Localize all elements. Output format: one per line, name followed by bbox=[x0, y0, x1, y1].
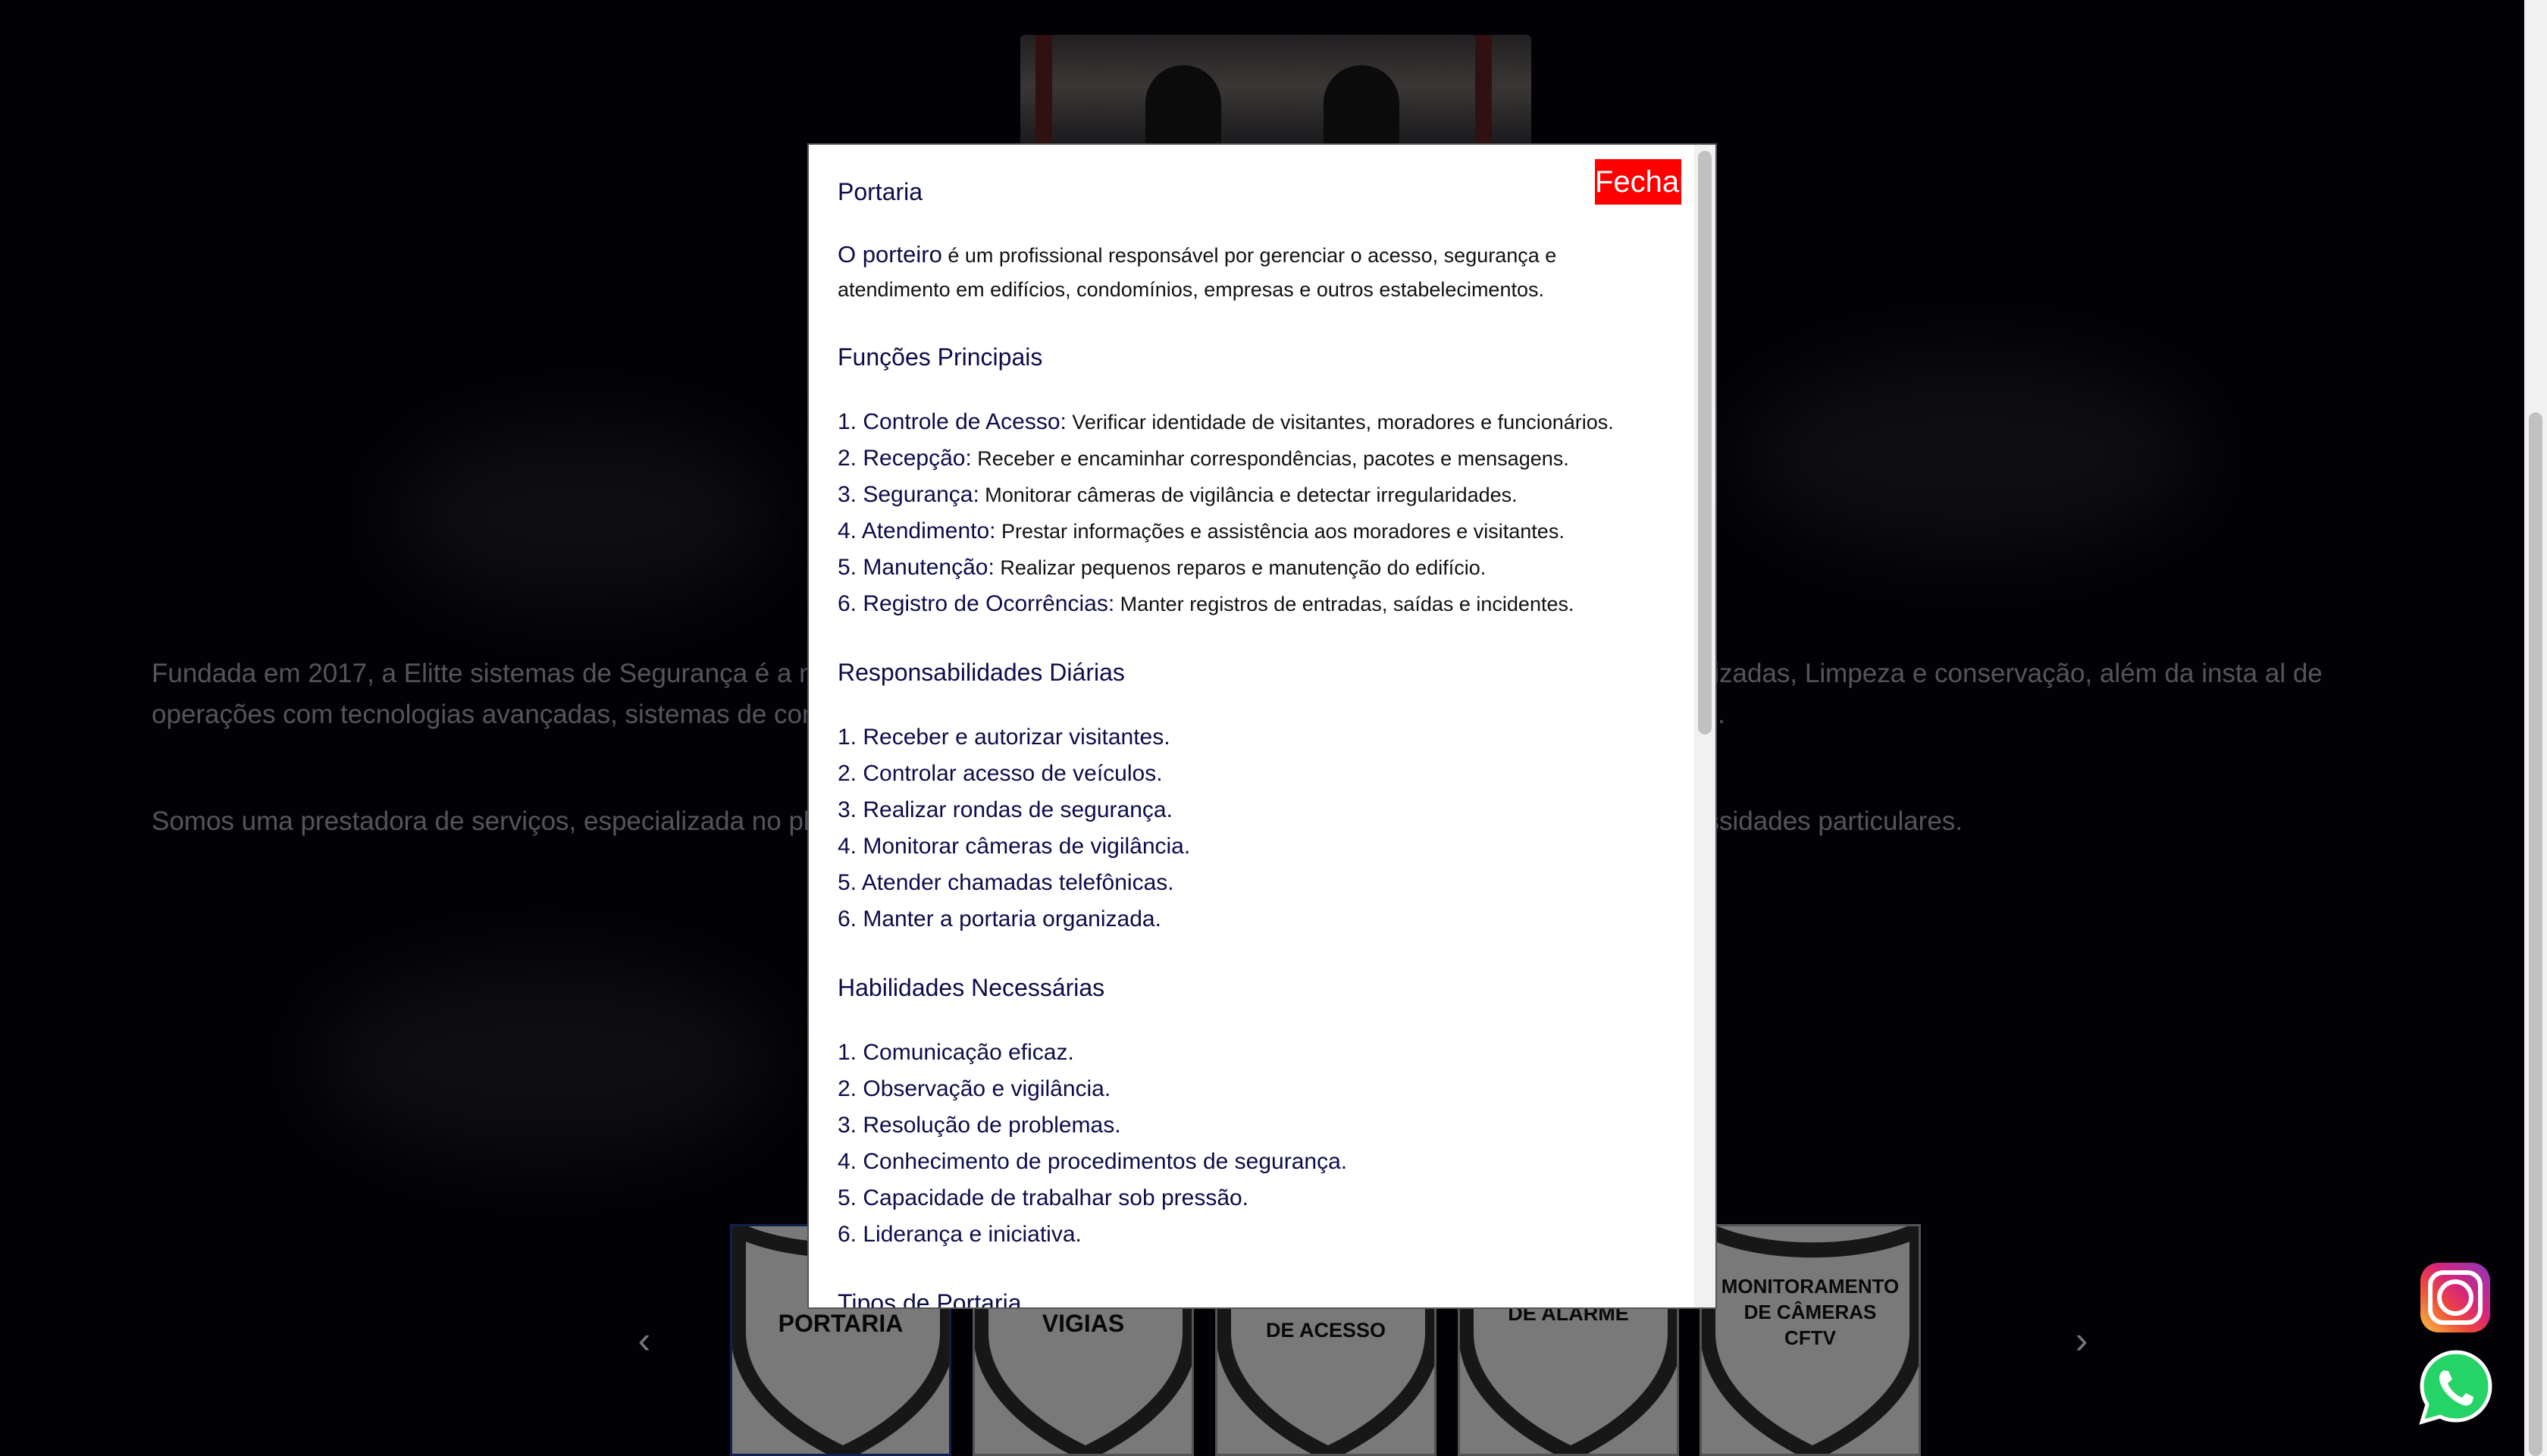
page-scrollbar[interactable] bbox=[2524, 0, 2547, 1456]
list-item: 3. Segurança: Monitorar câmeras de vigil… bbox=[838, 482, 1518, 507]
skills-list: 1. Comunicação eficaz. 2. Observação e v… bbox=[838, 1035, 1671, 1253]
intro-lead: O porteiro bbox=[838, 241, 942, 268]
modal-intro: O porteiro é um profissional responsável… bbox=[838, 237, 1671, 307]
list-item: 5. Capacidade de trabalhar sob pressão. bbox=[838, 1185, 1249, 1210]
functions-list: 1. Controle de Acesso: Verificar identid… bbox=[838, 404, 1671, 622]
list-item: 4. Atendimento: Prestar informações e as… bbox=[838, 518, 1565, 543]
portaria-modal: Fechar Portaria O porteiro é um profissi… bbox=[807, 143, 1717, 1309]
list-item: 2. Controlar acesso de veículos. bbox=[838, 761, 1163, 786]
modal-scrollbar-thumb[interactable] bbox=[1698, 151, 1712, 734]
list-item: 6. Liderança e iniciativa. bbox=[838, 1222, 1082, 1247]
section-heading-skills: Habilidades Necessárias bbox=[838, 974, 1105, 1001]
section-heading-responsibilities: Responsabilidades Diárias bbox=[838, 659, 1125, 686]
intro-text: é um profissional responsável por gerenc… bbox=[838, 244, 1557, 301]
instagram-button[interactable] bbox=[2420, 1263, 2490, 1332]
whatsapp-icon bbox=[2419, 1350, 2492, 1425]
list-item: 6. Registro de Ocorrências: Manter regis… bbox=[838, 591, 1574, 616]
list-item: 5. Manutenção: Realizar pequenos reparos… bbox=[838, 555, 1487, 580]
modal-scrollbar[interactable] bbox=[1694, 145, 1715, 1307]
list-item: 2. Observação e vigilância. bbox=[838, 1076, 1111, 1101]
modal-content: Portaria O porteiro é um profissional re… bbox=[838, 175, 1671, 1309]
section-heading-types: Tipos de Portaria bbox=[838, 1289, 1022, 1309]
list-item: 1. Controle de Acesso: Verificar identid… bbox=[838, 409, 1614, 434]
page-scrollbar-thumb[interactable] bbox=[2529, 412, 2542, 1456]
list-item: 5. Atender chamadas telefônicas. bbox=[838, 870, 1174, 895]
list-item: 4. Conhecimento de procedimentos de segu… bbox=[838, 1149, 1348, 1174]
responsibilities-list: 1. Receber e autorizar visitantes. 2. Co… bbox=[838, 719, 1671, 938]
list-item: 4. Monitorar câmeras de vigilância. bbox=[838, 834, 1191, 859]
list-item: 1. Receber e autorizar visitantes. bbox=[838, 725, 1170, 750]
list-item: 2. Recepção: Receber e encaminhar corres… bbox=[838, 446, 1569, 471]
list-item: 1. Comunicação eficaz. bbox=[838, 1040, 1074, 1065]
list-item: 3. Realizar rondas de segurança. bbox=[838, 797, 1173, 822]
list-item: 6. Manter a portaria organizada. bbox=[838, 906, 1161, 932]
whatsapp-button[interactable] bbox=[2417, 1348, 2495, 1426]
section-heading-functions: Funções Principais bbox=[838, 343, 1043, 371]
list-item: 3. Resolução de problemas. bbox=[838, 1113, 1121, 1138]
modal-title: Portaria bbox=[838, 178, 923, 205]
